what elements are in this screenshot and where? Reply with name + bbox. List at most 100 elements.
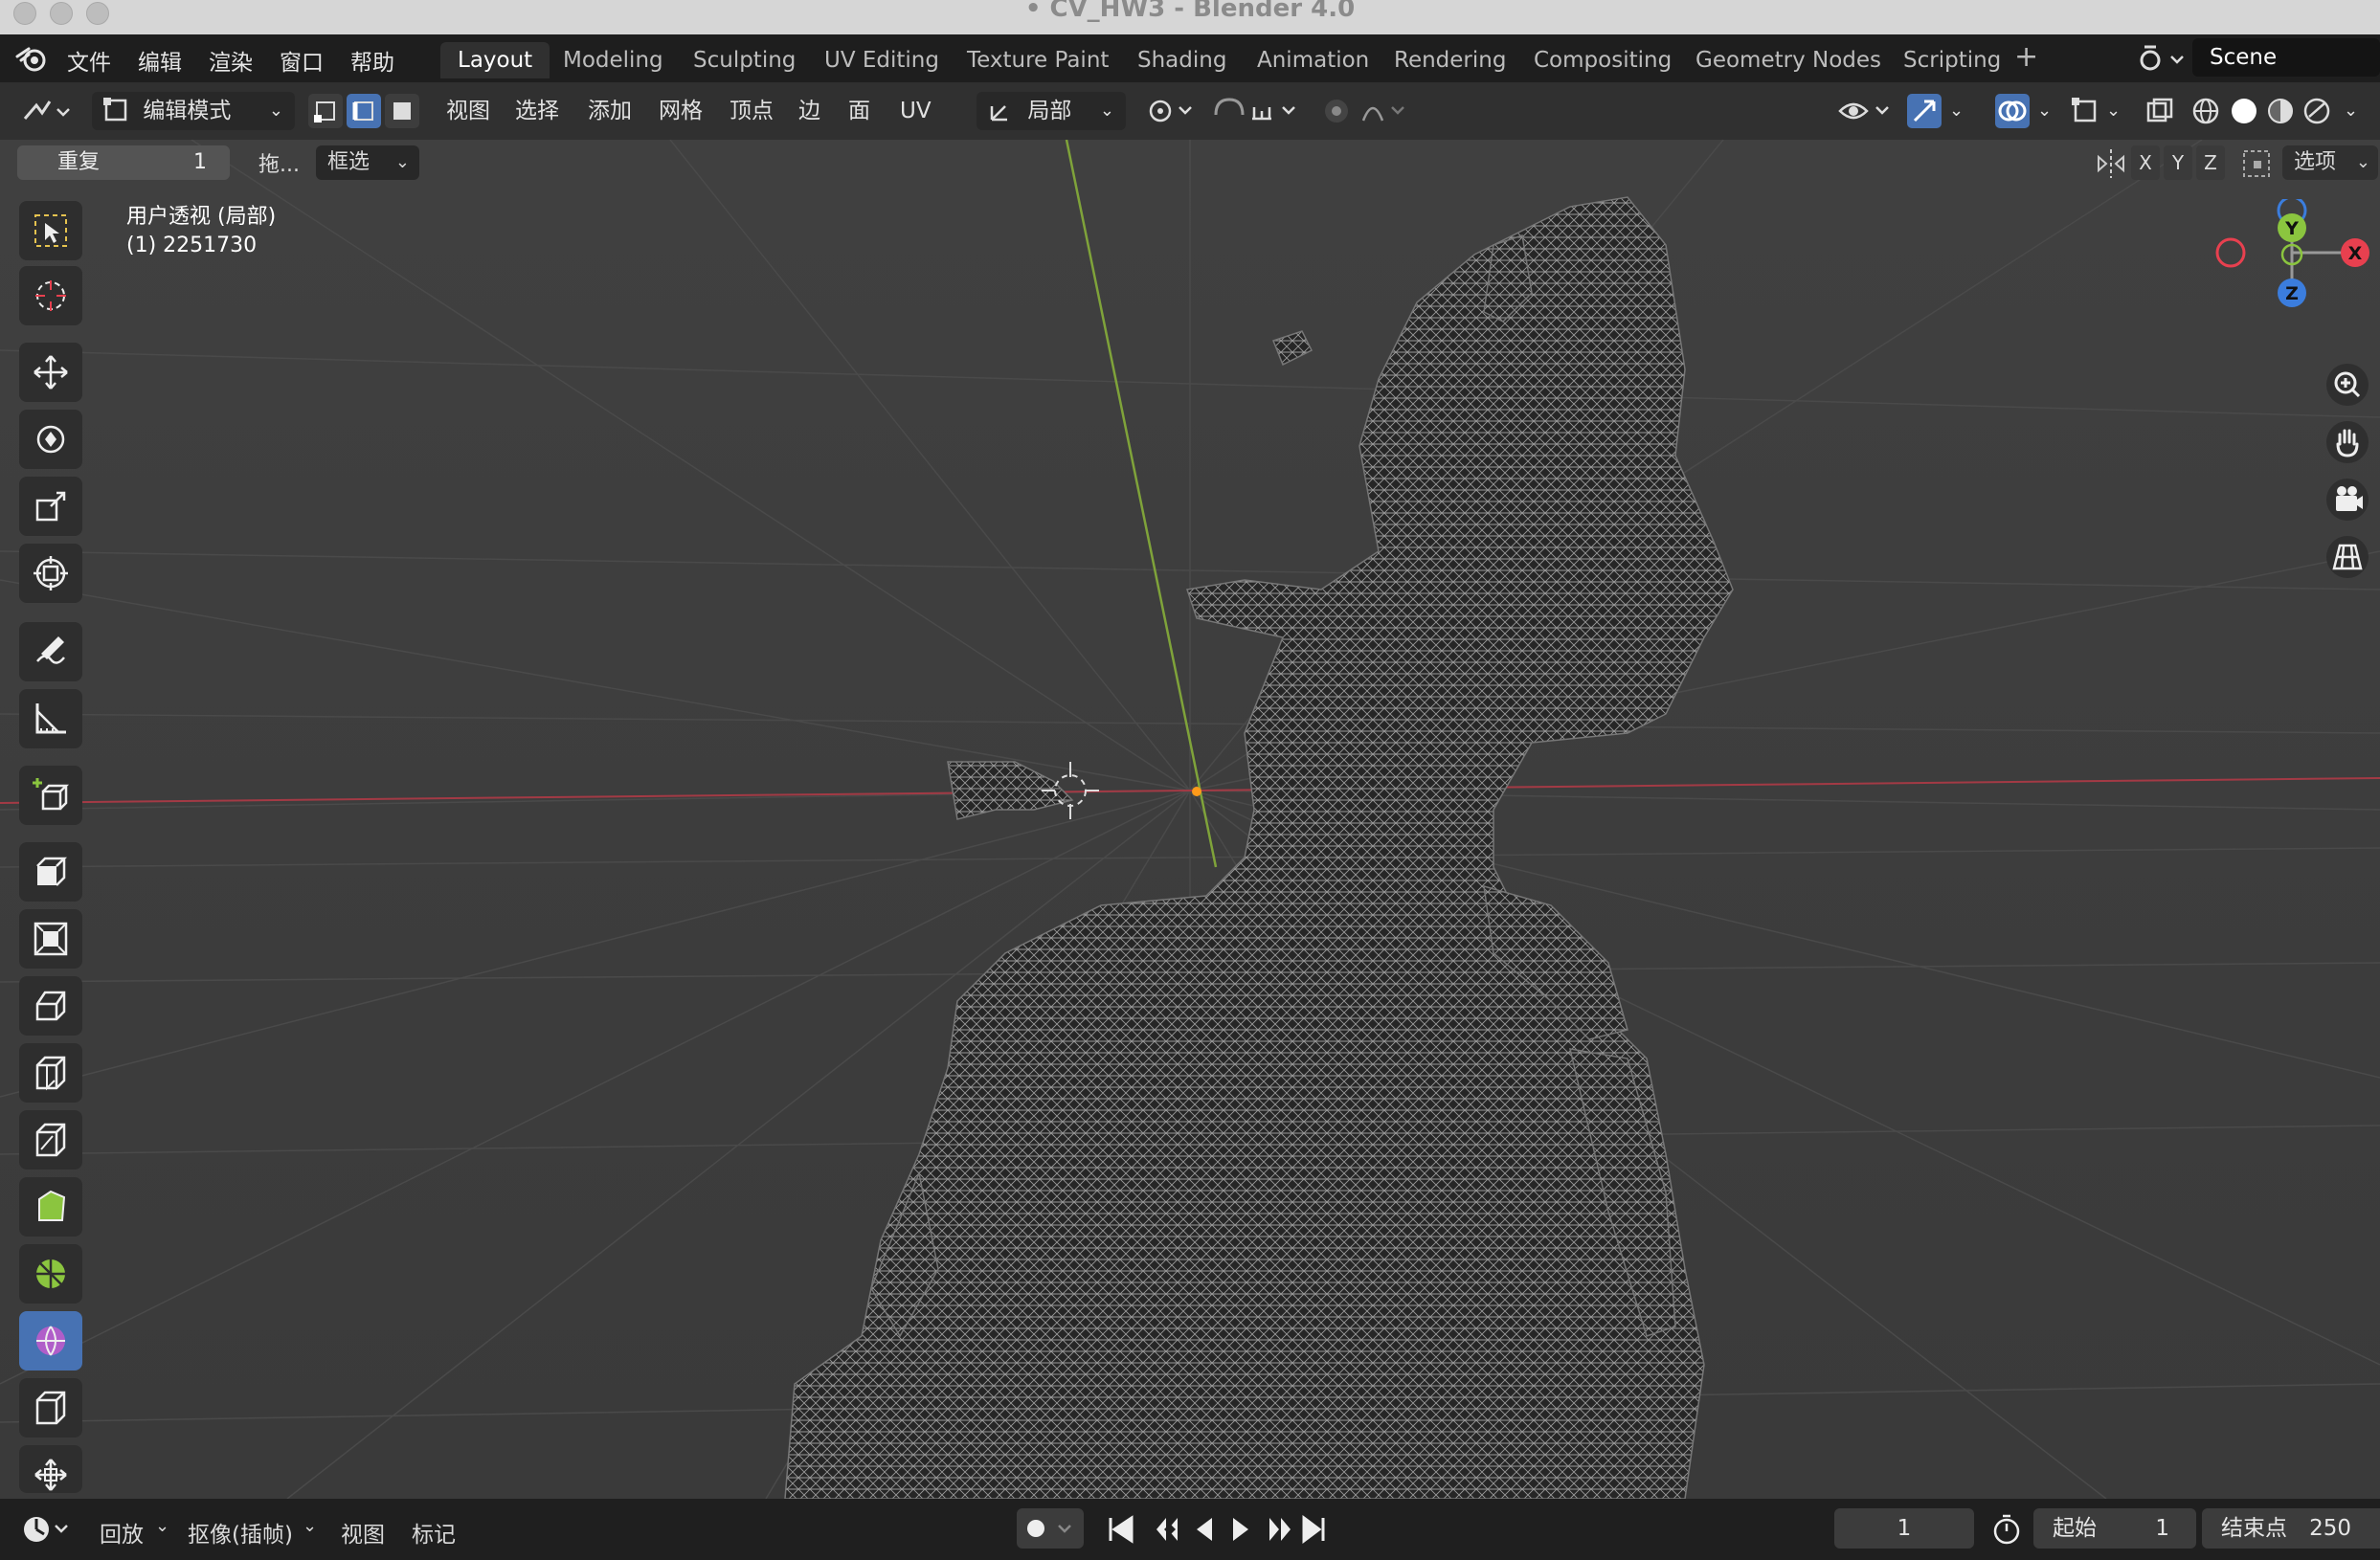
chevron-down-icon[interactable]: ⌄ bbox=[2037, 92, 2052, 130]
menu-uv[interactable]: UV bbox=[900, 92, 932, 130]
tab-modeling[interactable]: Modeling bbox=[546, 42, 681, 78]
auto-keying-button[interactable] bbox=[1017, 1508, 1084, 1549]
shading-rendered-button[interactable] bbox=[2300, 94, 2334, 128]
timeline-view-menu[interactable]: 视图 bbox=[341, 1516, 385, 1549]
menu-edge[interactable]: 边 bbox=[798, 92, 820, 130]
tab-layout[interactable]: Layout bbox=[440, 42, 550, 78]
menu-vertex[interactable]: 顶点 bbox=[730, 92, 774, 130]
mirror-icon[interactable] bbox=[2095, 147, 2127, 180]
pivot-point-icon bbox=[1149, 100, 1192, 123]
repeat-field[interactable]: 重复 1 bbox=[17, 145, 230, 180]
mode-dropdown[interactable]: 编辑模式 ⌄ bbox=[92, 92, 295, 130]
mirror-z-toggle[interactable]: Z bbox=[2196, 145, 2225, 180]
vertex-select-button[interactable] bbox=[308, 94, 343, 128]
scale-tool[interactable] bbox=[19, 477, 82, 536]
mirror-y-toggle[interactable]: Y bbox=[2164, 145, 2192, 180]
blender-logo-icon[interactable] bbox=[15, 43, 50, 74]
menu-add[interactable]: 添加 bbox=[588, 92, 632, 130]
add-cube-tool[interactable] bbox=[19, 766, 82, 825]
spin-tool[interactable] bbox=[19, 1244, 82, 1304]
shrink-fatten-tool[interactable] bbox=[19, 1445, 82, 1493]
smooth-tool[interactable] bbox=[19, 1311, 82, 1371]
mesh-edit-overlays-button[interactable] bbox=[2068, 94, 2102, 128]
knife-tool[interactable] bbox=[19, 1110, 82, 1170]
editor-type-button[interactable] bbox=[19, 92, 75, 130]
scene-name-field[interactable]: Scene bbox=[2192, 38, 2380, 77]
tab-shading[interactable]: Shading bbox=[1120, 42, 1244, 78]
rotate-tool[interactable] bbox=[19, 410, 82, 469]
overlays-toggle-button[interactable] bbox=[1995, 94, 2030, 128]
xray-toggle-button[interactable] bbox=[2143, 94, 2177, 128]
shading-solid-button[interactable] bbox=[2227, 94, 2261, 128]
stopwatch-icon[interactable] bbox=[1989, 1512, 2024, 1547]
keying-menu[interactable]: 抠像(插帧) bbox=[188, 1516, 293, 1549]
chevron-down-icon[interactable]: ⌄ bbox=[1949, 92, 1964, 130]
tab-scripting[interactable]: Scripting bbox=[1886, 42, 2018, 78]
inset-faces-tool[interactable] bbox=[19, 909, 82, 969]
snap-button[interactable] bbox=[1210, 92, 1302, 130]
chevron-down-icon[interactable]: ⌄ bbox=[155, 1516, 169, 1536]
tab-geometry-nodes[interactable]: Geometry Nodes bbox=[1678, 42, 1898, 78]
tab-animation[interactable]: Animation bbox=[1240, 42, 1386, 78]
add-workspace-icon[interactable]: + bbox=[2014, 40, 2038, 74]
select-mode-dropdown[interactable]: 框选 ⌄ bbox=[316, 145, 419, 180]
tab-uv-editing[interactable]: UV Editing bbox=[807, 42, 956, 78]
bevel-tool[interactable] bbox=[19, 976, 82, 1036]
zoom-button[interactable] bbox=[2326, 364, 2369, 406]
edge-select-button[interactable] bbox=[347, 94, 381, 128]
menu-mesh[interactable]: 网格 bbox=[659, 92, 703, 130]
visibility-button[interactable] bbox=[1836, 92, 1894, 130]
snap-icon bbox=[1214, 98, 1295, 121]
menu-file[interactable]: 文件 bbox=[67, 44, 111, 77]
start-frame-field[interactable]: 起始 1 bbox=[2033, 1508, 2196, 1549]
drag-label: 拖... bbox=[258, 153, 300, 177]
poly-build-tool[interactable] bbox=[19, 1177, 82, 1237]
end-frame-field[interactable]: 结束点 250 bbox=[2202, 1508, 2380, 1549]
marker-menu[interactable]: 标记 bbox=[412, 1516, 456, 1549]
menu-view[interactable]: 视图 bbox=[446, 92, 490, 130]
chevron-down-icon[interactable]: ⌄ bbox=[2344, 92, 2358, 130]
camera-view-button[interactable] bbox=[2326, 479, 2369, 521]
playback-menu[interactable]: 回放 bbox=[100, 1516, 144, 1549]
move-tool[interactable] bbox=[19, 343, 82, 402]
proportional-editing-button[interactable] bbox=[1317, 92, 1413, 130]
face-select-button[interactable] bbox=[385, 94, 419, 128]
navigation-gizmo[interactable]: Y X Z bbox=[2208, 199, 2380, 323]
menu-select[interactable]: 选择 bbox=[515, 92, 559, 130]
cursor-tool[interactable] bbox=[19, 266, 82, 325]
loop-cut-tool[interactable] bbox=[19, 1043, 82, 1103]
chevron-down-icon[interactable]: ⌄ bbox=[2106, 92, 2121, 130]
scene-selector-icon[interactable] bbox=[2137, 43, 2187, 74]
transform-tool[interactable] bbox=[19, 544, 82, 603]
extrude-tool[interactable] bbox=[19, 842, 82, 902]
gizmo-toggle-button[interactable] bbox=[1907, 94, 1942, 128]
options-dropdown[interactable]: 选项 ⌄ bbox=[2282, 145, 2378, 180]
auto-merge-icon[interactable] bbox=[2240, 147, 2273, 180]
select-box-tool[interactable] bbox=[19, 201, 82, 260]
jump-start-icon bbox=[1109, 1515, 1134, 1544]
mirror-x-toggle[interactable]: X bbox=[2131, 145, 2160, 180]
annotate-tool[interactable] bbox=[19, 622, 82, 681]
menu-window[interactable]: 窗口 bbox=[280, 44, 324, 77]
current-frame-field[interactable]: 1 bbox=[1834, 1508, 1974, 1549]
3d-viewport[interactable]: 用户透视 (局部) (1) 2251730 重复 1 拖... 框选 ⌄ X Y… bbox=[0, 140, 2380, 1499]
tab-rendering[interactable]: Rendering bbox=[1377, 42, 1523, 78]
menu-face[interactable]: 面 bbox=[848, 92, 870, 130]
menu-edit[interactable]: 编辑 bbox=[138, 44, 182, 77]
menu-help[interactable]: 帮助 bbox=[350, 44, 394, 77]
edge-slide-tool[interactable] bbox=[19, 1378, 82, 1437]
tab-compositing[interactable]: Compositing bbox=[1516, 42, 1689, 78]
chevron-down-icon[interactable]: ⌄ bbox=[303, 1516, 317, 1536]
play-icon bbox=[1233, 1518, 1248, 1541]
shading-wireframe-button[interactable] bbox=[2189, 94, 2223, 128]
perspective-toggle-button[interactable] bbox=[2326, 536, 2369, 578]
transform-orientation-dropdown[interactable]: 局部 ⌄ bbox=[977, 92, 1126, 130]
menu-render[interactable]: 渲染 bbox=[209, 44, 253, 77]
timeline-editor-icon[interactable] bbox=[19, 1510, 73, 1549]
tab-texture-paint[interactable]: Texture Paint bbox=[950, 42, 1126, 78]
tab-sculpting[interactable]: Sculpting bbox=[676, 42, 813, 78]
shading-material-button[interactable] bbox=[2263, 94, 2298, 128]
pivot-point-button[interactable] bbox=[1145, 92, 1199, 130]
measure-tool[interactable] bbox=[19, 689, 82, 748]
pan-button[interactable] bbox=[2326, 421, 2369, 463]
